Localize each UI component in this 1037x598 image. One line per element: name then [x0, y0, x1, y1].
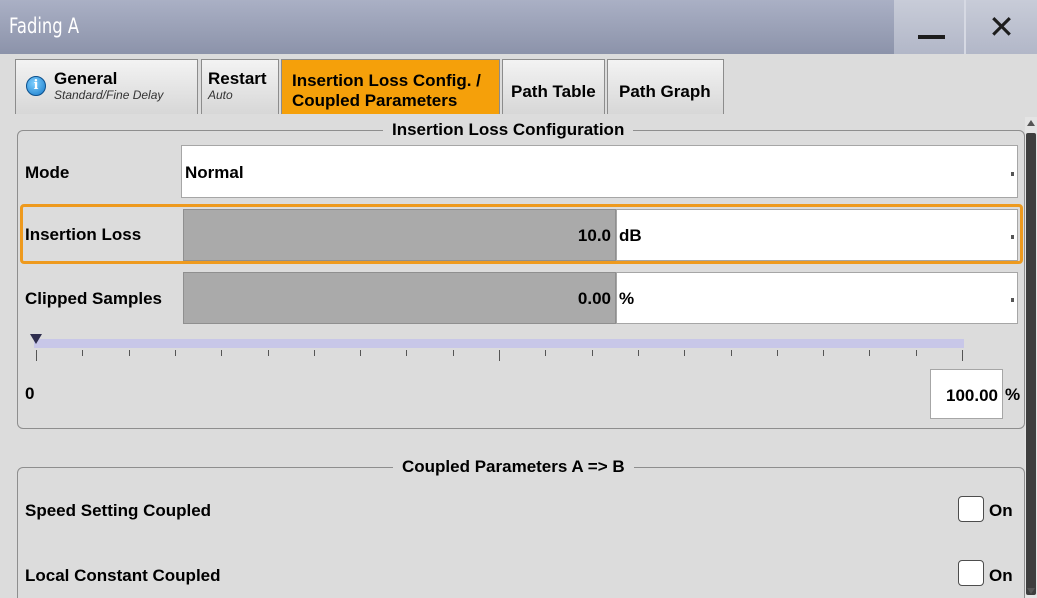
bar-scale-tick	[313, 350, 315, 356]
clipped-samples-unit-select[interactable]: %	[616, 272, 1018, 324]
content-panel: Insertion Loss Configuration Mode Normal…	[0, 117, 1037, 598]
clipped-samples-value: 0.00	[577, 289, 611, 308]
close-icon: ✕	[988, 8, 1015, 46]
bar-scale-tick	[82, 350, 84, 356]
speed-coupled-label: Speed Setting Coupled	[25, 501, 212, 520]
minimize-button[interactable]	[894, 0, 965, 54]
speed-coupled-on-label: On	[989, 501, 1013, 520]
tab-general-sublabel: Standard/Fine Delay	[54, 88, 164, 102]
bar-scale-tick	[962, 350, 963, 361]
tab-path-table-label: Path Table	[511, 82, 596, 101]
bar-scale-tick	[869, 350, 871, 356]
insertion-loss-value-box[interactable]: 10.0	[183, 209, 616, 261]
info-icon: i	[26, 76, 46, 96]
clipped-samples-value-box: 0.00	[183, 272, 616, 324]
scroll-up-arrow-icon[interactable]	[1027, 120, 1035, 126]
bar-scale-tick	[545, 350, 547, 356]
minimize-icon	[918, 35, 945, 39]
bar-scale-tick	[499, 350, 500, 361]
tab-insertion-label: Insertion Loss Config. /	[292, 71, 481, 90]
bar-scale-tick	[452, 350, 454, 356]
dropdown-arrow-icon	[1011, 298, 1014, 302]
insertion-loss-unit-select[interactable]: dB	[616, 209, 1018, 261]
tab-general-label: General	[54, 69, 118, 88]
close-button[interactable]: ✕	[966, 0, 1037, 54]
coupled-group-title: Coupled Parameters A => B	[393, 457, 634, 477]
tab-insertion-loss[interactable]: Insertion Loss Config. / Coupled Paramet…	[281, 59, 500, 114]
local-coupled-on-label: On	[989, 566, 1013, 585]
insertion-loss-label: Insertion Loss	[25, 225, 142, 244]
bar-scale-tick	[128, 350, 130, 356]
scroll-down-arrow-icon[interactable]	[1027, 588, 1035, 594]
speed-coupled-checkbox[interactable]	[958, 496, 984, 522]
bar-scale-tick	[360, 350, 362, 356]
bar-scale-tick	[637, 350, 639, 356]
dropdown-arrow-icon	[1011, 171, 1014, 176]
insertion-loss-unit: dB	[619, 226, 642, 245]
bar-scale-tick	[823, 350, 825, 356]
clipped-samples-label: Clipped Samples	[25, 289, 162, 308]
tab-general[interactable]: i General Standard/Fine Delay	[15, 59, 198, 114]
bar-min-label: 0	[25, 384, 35, 403]
tab-restart[interactable]: Restart Auto	[201, 59, 279, 114]
bar-scale-tick	[915, 350, 917, 356]
local-coupled-label: Local Constant Coupled	[25, 566, 221, 585]
insertion-group-title: Insertion Loss Configuration	[383, 120, 634, 140]
bar-marker-icon	[30, 334, 42, 344]
window-title: Fading A	[9, 14, 80, 38]
insertion-loss-value: 10.0	[577, 226, 611, 245]
tab-insertion-label-2: Coupled Parameters	[292, 91, 458, 110]
bar-scale-tick	[776, 350, 778, 356]
dropdown-arrow-icon	[1011, 235, 1014, 239]
bar-scale-tick	[684, 350, 686, 356]
bar-scale-tick	[730, 350, 732, 356]
clipped-samples-bar	[34, 339, 964, 348]
bar-max-value: 100.00	[946, 386, 998, 405]
tab-restart-label: Restart	[208, 69, 267, 88]
tab-strip: i General Standard/Fine Delay Restart Au…	[0, 54, 1037, 117]
local-coupled-checkbox[interactable]	[958, 560, 984, 586]
bar-scale-tick	[36, 350, 37, 361]
tab-path-graph-label: Path Graph	[619, 82, 711, 101]
tab-path-graph[interactable]: Path Graph	[607, 59, 724, 114]
scrollbar-thumb[interactable]	[1026, 133, 1036, 595]
mode-label: Mode	[25, 163, 70, 182]
bar-max-unit: %	[1005, 385, 1021, 404]
tab-restart-sublabel: Auto	[208, 88, 233, 102]
bar-scale-tick	[591, 350, 593, 356]
bar-scale-tick	[174, 350, 176, 356]
bar-scale-tick	[267, 350, 269, 356]
mode-select[interactable]: Normal	[181, 145, 1018, 198]
bar-scale-tick	[221, 350, 223, 356]
tab-path-table[interactable]: Path Table	[502, 59, 605, 114]
mode-value: Normal	[185, 163, 244, 182]
bar-max-field: 100.00	[930, 369, 1003, 419]
clipped-samples-unit: %	[619, 289, 635, 308]
title-bar: Fading A ✕	[0, 0, 1037, 54]
bar-scale-tick	[406, 350, 408, 356]
